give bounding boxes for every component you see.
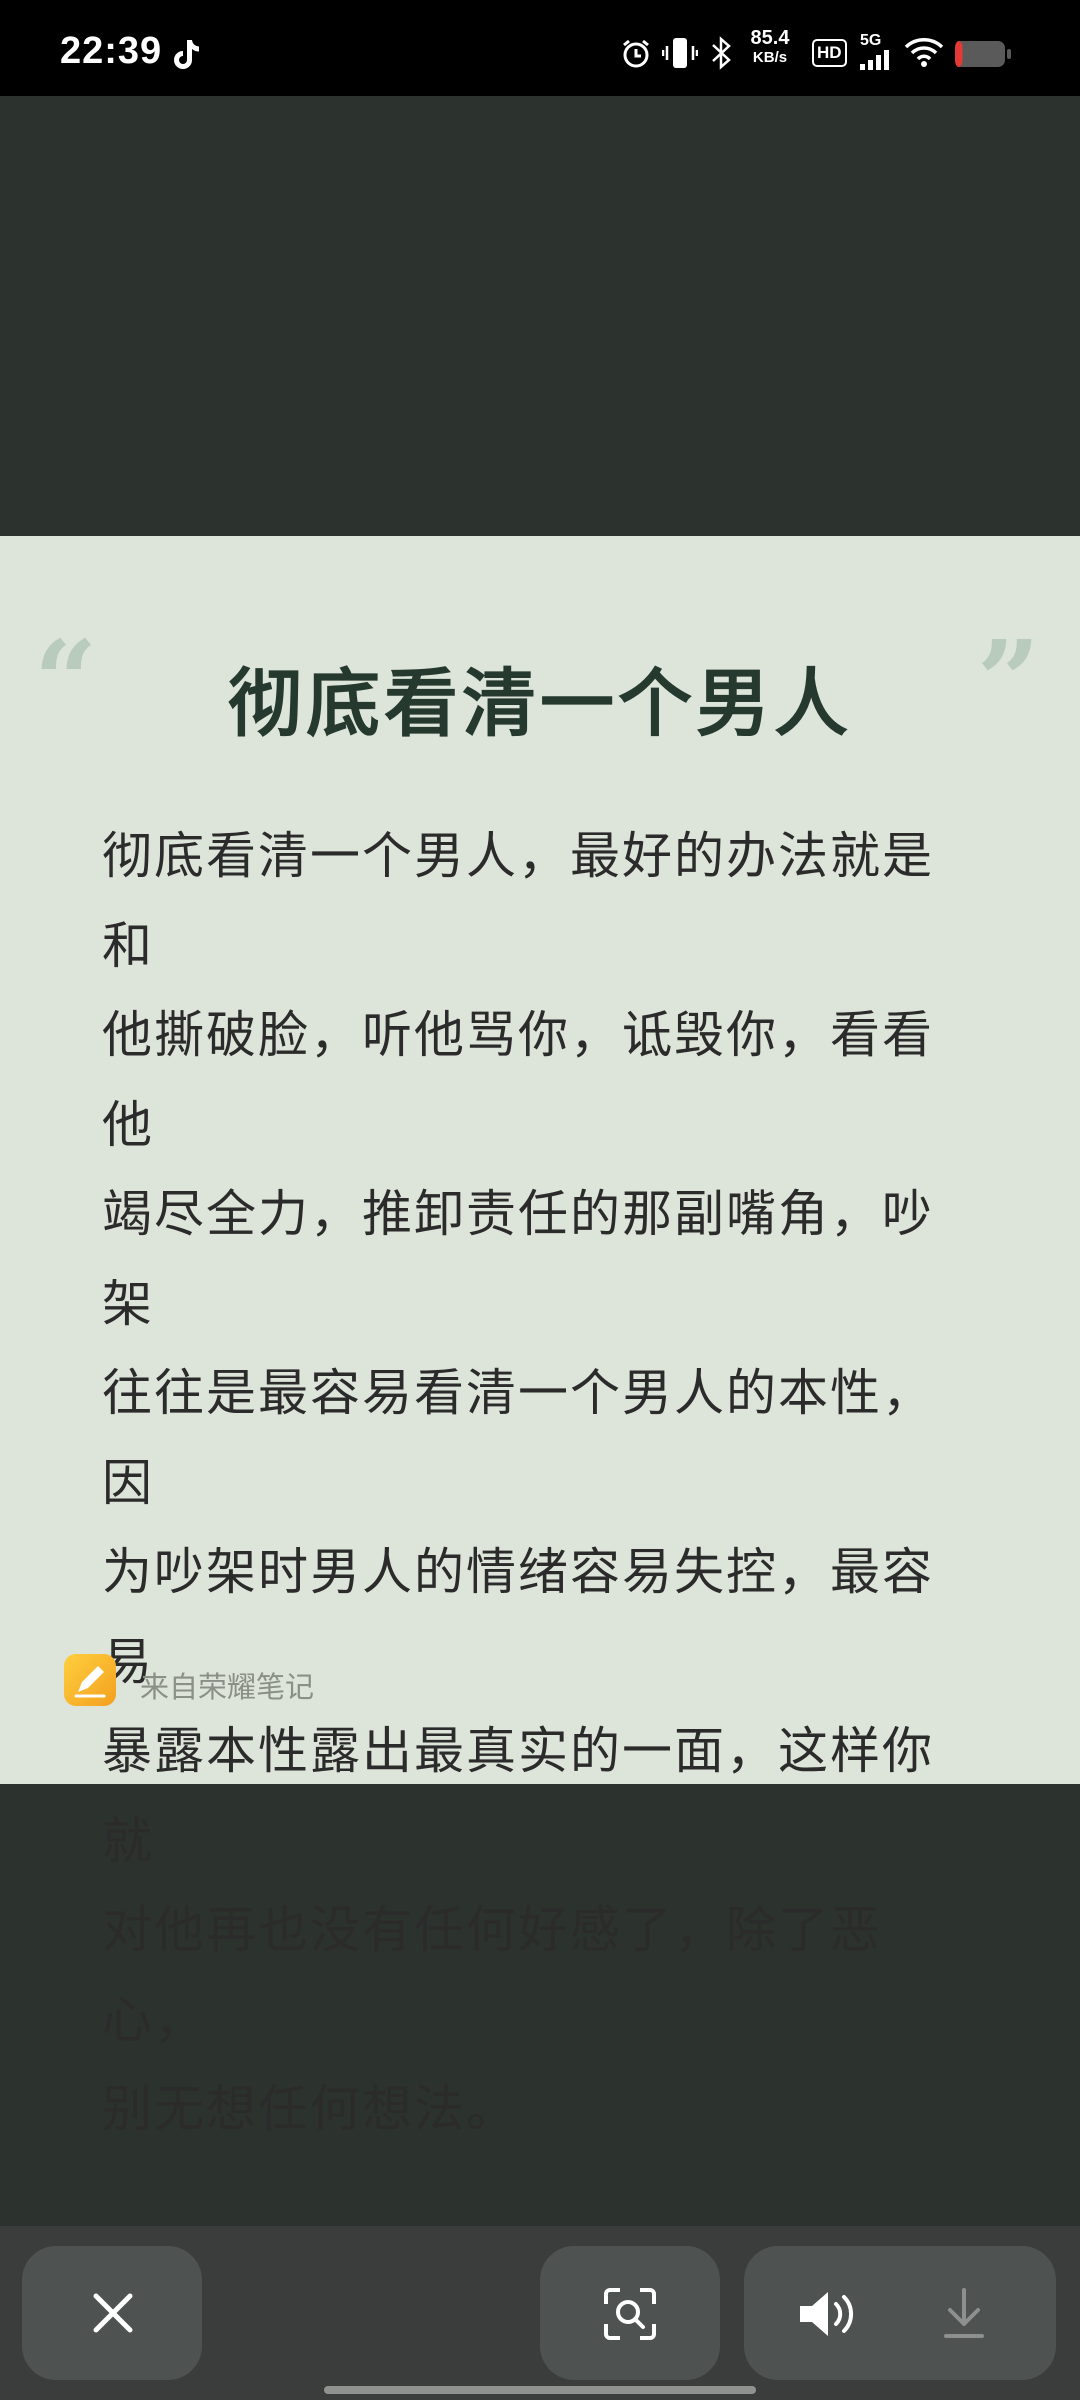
note-line: 彻底看清一个男人，最好的办法就是和 <box>102 827 934 975</box>
note-line: 暴露本性露出最真实的一面，这样你就 <box>102 1722 934 1870</box>
battery-icon <box>955 41 1011 67</box>
close-icon <box>93 2293 133 2333</box>
bluetooth-icon <box>712 36 731 70</box>
network-speed-value: 85.4 <box>750 27 790 49</box>
tiktok-icon <box>174 40 199 69</box>
note-line: 他撕破脸，听他骂你，诋毁你，看看他 <box>102 1006 934 1154</box>
scan-button[interactable] <box>540 2246 720 2380</box>
note-title: 彻底看清一个男人 <box>228 661 852 747</box>
download-icon <box>944 2288 984 2338</box>
close-button[interactable] <box>22 2246 202 2380</box>
note-line: 竭尽全力，推卸责任的那副嘴角，吵架 <box>102 1185 934 1333</box>
volume-icon <box>800 2292 854 2336</box>
home-indicator[interactable] <box>324 2386 756 2394</box>
network-speed-unit: KB/s <box>752 49 788 66</box>
status-bar: 22:39 85.4 KB/s HD 5G <box>0 0 1080 96</box>
status-icons: 85.4 KB/s HD 5G <box>620 26 1030 74</box>
note-line: 对他再也没有任何好感了，除了恶心， <box>102 1901 882 2049</box>
pencil-icon <box>74 1666 106 1698</box>
network-speed: 85.4 KB/s <box>740 28 800 68</box>
vibrate-icon <box>662 38 698 68</box>
hd-badge: HD <box>812 39 847 67</box>
note-line: 别无想任何想法。 <box>102 2080 518 2138</box>
download-button[interactable] <box>924 2276 1004 2350</box>
notes-app-logo-icon <box>64 1654 116 1706</box>
note-line: 往往是最容易看清一个男人的本性，因 <box>102 1364 934 1512</box>
status-time: 22:39 <box>60 30 163 72</box>
note-body: 彻底看清一个男人，最好的办法就是和 他撕破脸，听他骂你，诋毁你，看看他 竭尽全力… <box>102 812 972 2155</box>
wifi-icon <box>904 38 944 67</box>
volume-button[interactable] <box>784 2276 864 2350</box>
alarm-icon <box>623 39 649 68</box>
note-source-label: 来自荣耀笔记 <box>140 1670 315 1704</box>
signal-icon <box>860 50 889 70</box>
scan-icon <box>604 2288 656 2340</box>
bottom-toolbar <box>0 2226 1080 2400</box>
media-controls <box>744 2246 1056 2380</box>
note-card: “ ” 彻底看清一个男人 彻底看清一个男人，最好的办法就是和 他撕破脸，听他骂你… <box>0 536 1080 2138</box>
